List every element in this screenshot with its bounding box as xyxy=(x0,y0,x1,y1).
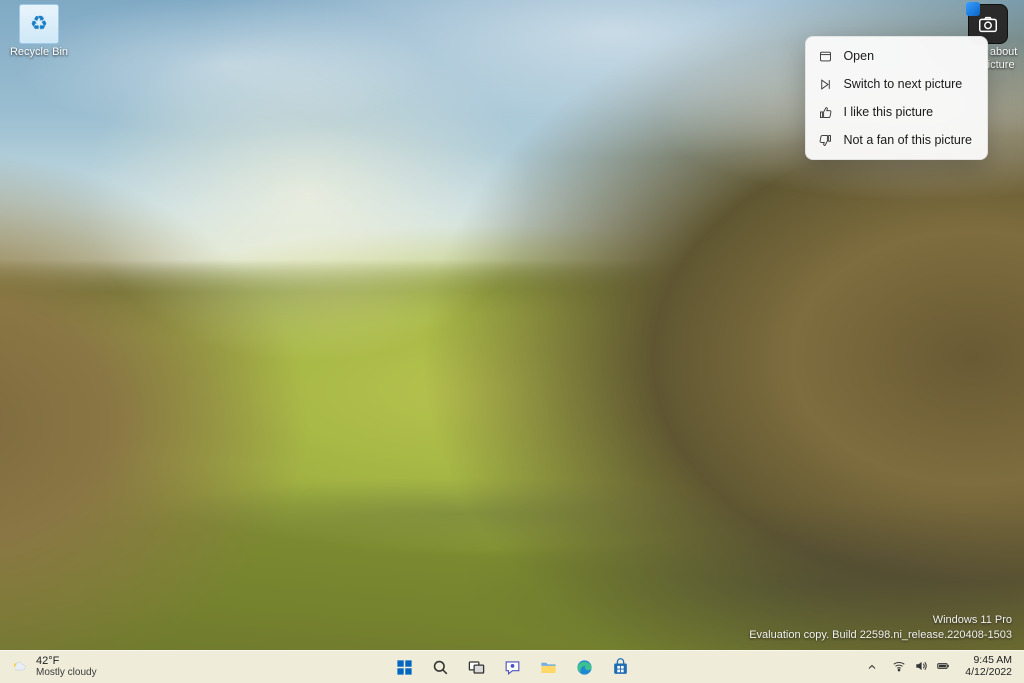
taskbar: 42°F Mostly cloudy xyxy=(0,650,1024,683)
watermark-line1: Windows 11 Pro xyxy=(749,613,1012,628)
thumbs-up-icon xyxy=(817,104,833,120)
start-button[interactable] xyxy=(388,653,420,682)
tray-overflow-button[interactable] xyxy=(861,653,883,682)
taskbar-center xyxy=(388,651,636,683)
battery-icon xyxy=(936,659,950,676)
desktop-icon-label: Recycle Bin xyxy=(4,46,74,59)
search-button[interactable] xyxy=(424,653,456,682)
weather-temp: 42°F xyxy=(36,656,97,668)
badge-icon xyxy=(966,2,980,16)
watermark-line2: Evaluation copy. Build 22598.ni_release.… xyxy=(749,628,1012,643)
menu-item-like[interactable]: I like this picture xyxy=(811,98,982,126)
recycle-bin-icon xyxy=(19,4,59,44)
menu-item-switch-next[interactable]: Switch to next picture xyxy=(811,70,982,98)
build-watermark: Windows 11 Pro Evaluation copy. Build 22… xyxy=(749,613,1012,643)
menu-item-label: Open xyxy=(843,49,874,63)
menu-item-label: Not a fan of this picture xyxy=(843,133,972,147)
menu-item-dislike[interactable]: Not a fan of this picture xyxy=(811,126,982,154)
desktop-icon-recycle-bin[interactable]: Recycle Bin xyxy=(4,4,74,59)
task-view-button[interactable] xyxy=(460,653,492,682)
menu-item-open[interactable]: Open xyxy=(811,42,982,70)
system-tray[interactable] xyxy=(886,653,956,682)
next-icon xyxy=(817,76,833,92)
taskbar-clock[interactable]: 9:45 AM 4/12/2022 xyxy=(959,653,1018,682)
open-icon xyxy=(817,48,833,64)
clock-date: 4/12/2022 xyxy=(965,667,1012,679)
menu-item-label: Switch to next picture xyxy=(843,77,962,91)
weather-summary: Mostly cloudy xyxy=(36,668,97,679)
thumbs-down-icon xyxy=(817,132,833,148)
file-explorer-button[interactable] xyxy=(532,653,564,682)
taskbar-widgets[interactable]: 42°F Mostly cloudy xyxy=(0,651,97,683)
weather-icon xyxy=(10,658,28,676)
wifi-icon xyxy=(892,659,906,676)
taskbar-right: 9:45 AM 4/12/2022 xyxy=(861,651,1024,683)
edge-button[interactable] xyxy=(568,653,600,682)
spotlight-context-menu: Open Switch to next picture I like this … xyxy=(805,36,988,160)
volume-icon xyxy=(914,659,928,676)
weather-text: 42°F Mostly cloudy xyxy=(36,656,97,678)
menu-item-label: I like this picture xyxy=(843,105,933,119)
store-button[interactable] xyxy=(604,653,636,682)
chat-button[interactable] xyxy=(496,653,528,682)
